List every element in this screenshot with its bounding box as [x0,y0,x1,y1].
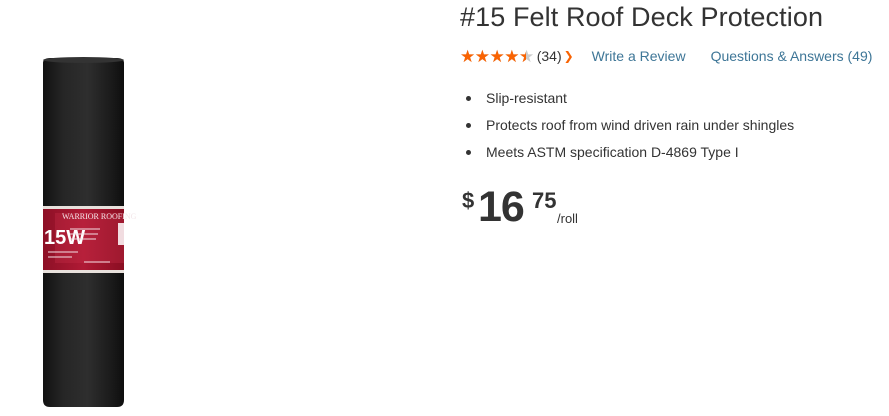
label-brand-text: WARRIOR ROOFING [62,212,137,221]
highlight-text: Meets ASTM specification D-4869 Type I [486,144,739,160]
price-cents: 75 [532,188,557,213]
highlight-text: Slip-resistant [486,90,567,106]
review-count[interactable]: (34) [537,48,562,64]
write-review-link[interactable]: Write a Review [592,48,686,64]
star-filled-icon: ★★★★★ [460,47,526,65]
highlight-item: Meets ASTM specification D-4869 Type I [460,142,794,169]
price-dollars: 16 [478,183,525,231]
product-title: #15 Felt Roof Deck Protection [460,2,824,32]
bullet-icon [466,123,471,128]
price-currency: $ [462,188,475,213]
felt-roll-image: WARRIOR ROOFING 15W [43,57,137,407]
bullet-icon [466,150,471,155]
questions-answers-link[interactable]: Questions & Answers (49) [711,48,873,64]
product-image[interactable]: WARRIOR ROOFING 15W [0,0,250,411]
chevron-down-icon[interactable]: ❯ [564,49,574,63]
rating-row: ★★★★★ ★★★★★ (34) ❯ Write a Review Questi… [460,46,889,66]
highlight-text: Protects roof from wind driven rain unde… [486,117,795,133]
product-info: #15 Felt Roof Deck Protection ★★★★★ ★★★★… [460,0,889,411]
price-unit: /roll [557,211,578,226]
highlight-item: Slip-resistant [460,88,794,115]
highlight-item: Protects roof from wind driven rain unde… [460,115,794,142]
label-grade-text: 15W [44,227,85,249]
bullet-icon [466,96,471,101]
highlights-list: Slip-resistant Protects roof from wind d… [460,88,794,169]
star-rating[interactable]: ★★★★★ ★★★★★ [460,48,534,65]
